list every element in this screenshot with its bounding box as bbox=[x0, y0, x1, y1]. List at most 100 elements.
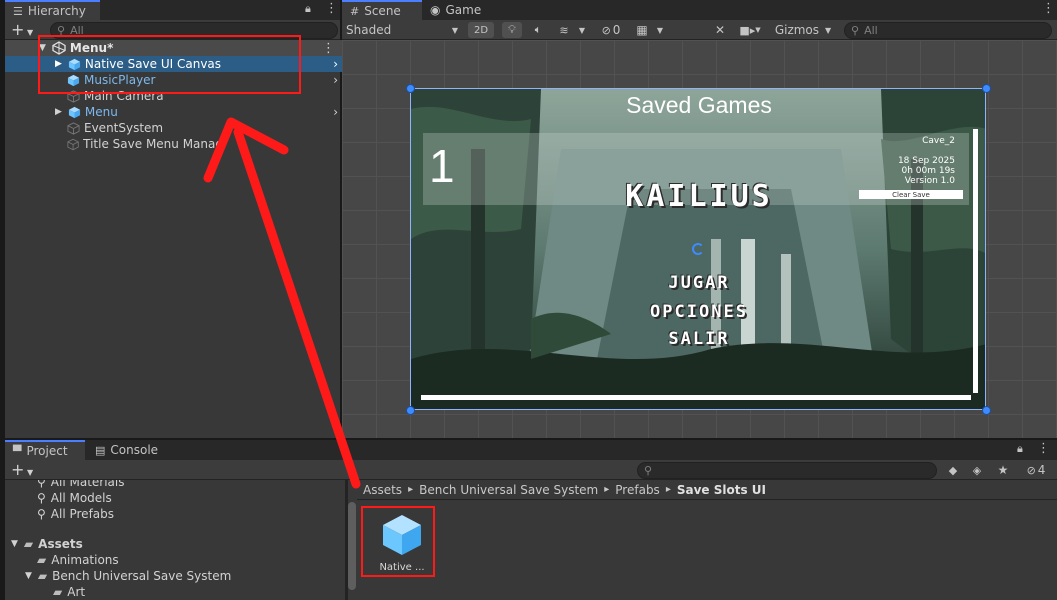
chevron-down-icon[interactable]: ▼ bbox=[654, 22, 666, 38]
filter-by-label-icon[interactable]: ◈ bbox=[967, 462, 987, 478]
audio-icon[interactable]: 🔈︎ bbox=[528, 22, 548, 38]
tab-console-label: Console bbox=[110, 443, 159, 457]
slot-scene-name: Cave_2 bbox=[922, 136, 955, 146]
favorite-all-prefabs[interactable]: ⚲ All Prefabs bbox=[5, 506, 343, 522]
folder-icon: ▰ bbox=[53, 585, 63, 599]
create-button[interactable]: + ▼ bbox=[11, 20, 33, 39]
menu-item-salir[interactable]: SALIR bbox=[411, 329, 985, 349]
chevron-down-icon[interactable]: ▼ bbox=[576, 22, 588, 38]
tab-project-label: Project bbox=[26, 444, 68, 458]
folder-animations[interactable]: ▰ Animations bbox=[5, 552, 343, 568]
scene-menu-icon[interactable]: ⋮ bbox=[322, 41, 335, 56]
grid-icon: # bbox=[350, 4, 360, 18]
filter-by-type-icon[interactable]: ◆ bbox=[943, 462, 963, 478]
tab-console[interactable]: ▤ Console bbox=[87, 440, 167, 460]
camera-icon[interactable]: ■▸ ▼ bbox=[736, 22, 764, 38]
breadcrumb-prefabs[interactable]: Prefabs bbox=[615, 483, 660, 497]
folder-label: Animations bbox=[51, 553, 119, 567]
rect-handle-bottom-left[interactable] bbox=[406, 406, 415, 415]
hierarchy-item-eventsystem[interactable]: EventSystem bbox=[5, 120, 343, 136]
menu-item-jugar[interactable]: JUGAR bbox=[411, 273, 985, 293]
rect-handle-bottom-right[interactable] bbox=[982, 406, 991, 415]
scene-toolbar: Shaded ▼ 2D 💡︎ 🔈︎ ≋ ▼ ⊘ 0 ▦ ▼ ✕ ■▸ ▼ Gizm… bbox=[342, 20, 1057, 40]
folder-label: Assets bbox=[38, 537, 83, 551]
lighting-icon[interactable]: 💡︎ bbox=[502, 22, 522, 38]
folder-assets[interactable]: ▼ ▰ Assets bbox=[5, 536, 343, 552]
folder-bench-universal-save-system[interactable]: ▼ ▰ Bench Universal Save System bbox=[5, 568, 343, 584]
hierarchy-item-menu[interactable]: ▶ Menu › bbox=[5, 104, 343, 120]
lock-icon[interactable]: 🔒︎ bbox=[1017, 442, 1023, 456]
breadcrumb-separator-icon: ▸ bbox=[604, 484, 610, 495]
hierarchy-item-title-save-menu-manager[interactable]: Title Save Menu Manag bbox=[5, 136, 223, 152]
hidden-packages-toggle[interactable]: ⊘ 4 bbox=[1019, 462, 1053, 478]
gizmos-dropdown[interactable]: Gizmos ▼ bbox=[770, 22, 836, 38]
favorite-label: All Models bbox=[50, 491, 112, 505]
eye-hidden-icon: ⊘ bbox=[601, 23, 611, 37]
chevron-right-icon[interactable]: › bbox=[333, 73, 338, 87]
menu-item-opciones[interactable]: OPCIONES bbox=[411, 302, 985, 322]
folder-icon: ▀ bbox=[13, 444, 22, 458]
console-icon: ▤ bbox=[95, 443, 106, 457]
effects-icon[interactable]: ≋ bbox=[554, 22, 574, 38]
project-folder-tree: ⚲ All Materials ⚲ All Models ⚲ All Prefa… bbox=[5, 480, 345, 600]
more-options-icon[interactable]: ⋮ bbox=[325, 1, 338, 16]
scene-panel: # Scene ◉ Game ⋮ Shaded ▼ 2D 💡︎ 🔈︎ ≋ ▼ ⊘… bbox=[342, 0, 1057, 438]
saved-games-title: Saved Games bbox=[626, 92, 772, 118]
tab-scene[interactable]: # Scene bbox=[342, 0, 422, 20]
grid-snap-icon[interactable]: ▦ bbox=[632, 22, 652, 38]
favorite-star-icon[interactable]: ★ bbox=[993, 462, 1013, 478]
annotation-box-asset bbox=[361, 506, 435, 577]
rect-handle-top-left[interactable] bbox=[406, 84, 415, 93]
slot-date: 18 Sep 2025 bbox=[897, 156, 955, 166]
tree-scrollbar[interactable] bbox=[348, 502, 356, 590]
horizontal-scrollbar[interactable] bbox=[421, 395, 971, 400]
folder-icon: ▰ bbox=[23, 537, 34, 551]
canvas-rect[interactable]: Saved Games 1 Cave_2 18 Sep 2025 0h 00m … bbox=[410, 88, 986, 410]
breadcrumb-save-slots-ui[interactable]: Save Slots UI bbox=[677, 483, 766, 497]
gamepad-icon: ◉ bbox=[430, 3, 441, 17]
tools-icon[interactable]: ✕ bbox=[710, 22, 730, 38]
list-icon: ☰ bbox=[13, 4, 23, 18]
tab-game-label: Game bbox=[445, 3, 482, 17]
toggle-2d-button[interactable]: 2D bbox=[468, 22, 494, 38]
game-logo: KAILIUS bbox=[625, 179, 773, 214]
project-search-input[interactable]: ⚲ bbox=[637, 462, 937, 479]
shading-mode-dropdown[interactable]: Shaded ▼ bbox=[342, 20, 462, 40]
hierarchy-item-label: Menu bbox=[84, 105, 118, 119]
expand-arrow-icon[interactable]: ▶ bbox=[55, 107, 62, 117]
breadcrumb-separator-icon: ▸ bbox=[665, 484, 671, 495]
breadcrumb-assets[interactable]: Assets bbox=[363, 483, 402, 497]
chevron-right-icon[interactable]: › bbox=[333, 57, 338, 71]
project-tabbar: ▀ Project ▤ Console 🔒︎ ⋮ bbox=[5, 440, 1057, 460]
folder-label: Art bbox=[67, 585, 86, 599]
folder-icon: ▰ bbox=[37, 569, 48, 583]
create-button[interactable]: + ▼ bbox=[11, 460, 33, 479]
hidden-objects-toggle[interactable]: ⊘ 0 bbox=[596, 22, 626, 38]
chevron-right-icon[interactable]: › bbox=[333, 105, 338, 119]
breadcrumb-separator-icon: ▸ bbox=[408, 484, 414, 495]
slot-playtime: 0h 00m 19s bbox=[901, 166, 955, 176]
more-options-icon[interactable]: ⋮ bbox=[1042, 1, 1055, 16]
folder-label: Bench Universal Save System bbox=[52, 569, 232, 583]
search-icon: ⚲ bbox=[37, 480, 46, 489]
expand-arrow-icon[interactable]: ▼ bbox=[11, 539, 18, 549]
breadcrumb-bench-universal-save-system[interactable]: Bench Universal Save System bbox=[419, 483, 598, 497]
tab-project[interactable]: ▀ Project bbox=[5, 440, 85, 460]
favorite-all-models[interactable]: ⚲ All Models bbox=[5, 490, 343, 506]
hidden-packages-count: 4 bbox=[1037, 463, 1046, 477]
tab-hierarchy[interactable]: ☰ Hierarchy bbox=[5, 0, 100, 20]
scene-search-input[interactable]: ⚲ All bbox=[844, 22, 1052, 39]
search-icon: ⚲ bbox=[644, 464, 653, 477]
vertical-scrollbar[interactable] bbox=[973, 129, 978, 393]
favorite-label: All Prefabs bbox=[50, 507, 115, 521]
hidden-count: 0 bbox=[612, 23, 621, 37]
favorite-all-materials[interactable]: ⚲ All Materials bbox=[5, 480, 343, 490]
lock-icon[interactable]: 🔒︎ bbox=[305, 2, 311, 16]
hierarchy-item-label: EventSystem bbox=[84, 121, 164, 135]
more-options-icon[interactable]: ⋮ bbox=[1037, 441, 1050, 456]
toggle-2d-label: 2D bbox=[473, 24, 489, 36]
tab-game[interactable]: ◉ Game bbox=[422, 0, 492, 20]
folder-art[interactable]: ▰ Art bbox=[5, 584, 343, 600]
expand-arrow-icon[interactable]: ▼ bbox=[25, 571, 32, 581]
rect-handle-top-right[interactable] bbox=[982, 84, 991, 93]
